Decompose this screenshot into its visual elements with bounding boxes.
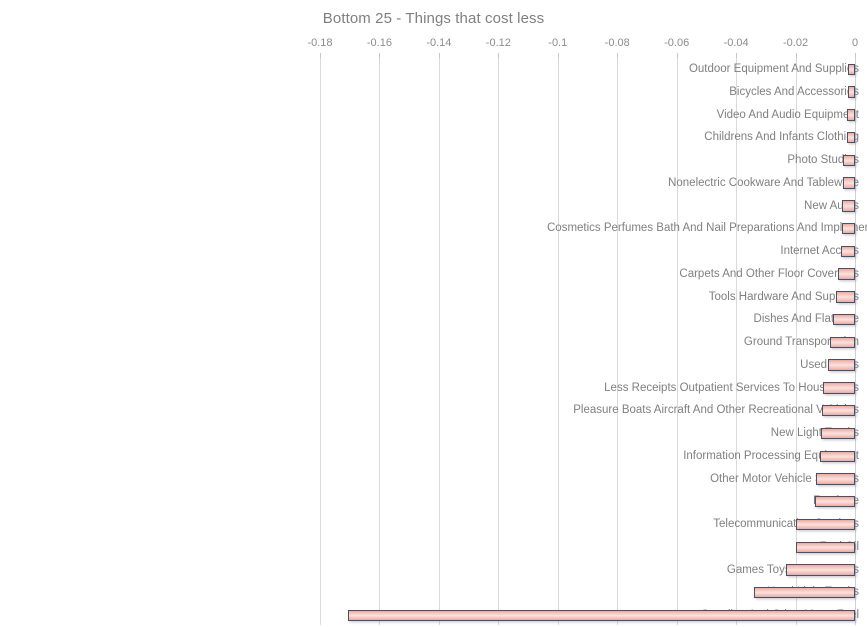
bar[interactable] xyxy=(847,63,855,75)
x-tick-label: -0.18 xyxy=(307,37,333,49)
bar[interactable] xyxy=(846,109,855,121)
category-label: Nonelectric Cookware And Tableware xyxy=(668,176,859,189)
bar[interactable] xyxy=(822,404,855,417)
bar[interactable] xyxy=(841,200,855,212)
bar-row: Telecommunication Services xyxy=(0,513,867,536)
bar-row: Other Motor Vehicle Services xyxy=(0,468,867,491)
bar[interactable] xyxy=(816,473,855,485)
bar[interactable] xyxy=(841,245,855,258)
bar-row: Ground Transportation xyxy=(0,331,867,354)
bar-row: New Light Trucks xyxy=(0,422,867,445)
bar[interactable] xyxy=(830,336,855,349)
category-label: Childrens And Infants Clothing xyxy=(704,131,859,144)
category-label: Outdoor Equipment And Supplies xyxy=(688,63,859,75)
bar-row: Furniture xyxy=(0,490,867,513)
bar-row: Bicycles And Accessories xyxy=(0,81,867,104)
category-label: New Autos xyxy=(804,199,859,212)
bar[interactable] xyxy=(827,359,855,371)
bar[interactable] xyxy=(347,609,855,622)
category-label: Dishes And Flatware xyxy=(753,313,859,326)
bar[interactable] xyxy=(843,154,855,167)
category-label: Used Autos xyxy=(800,358,859,371)
bar[interactable] xyxy=(819,450,855,462)
bar[interactable] xyxy=(847,86,855,98)
category-label: Tools Hardware And Supplies xyxy=(708,290,859,303)
category-label: Photo Studios xyxy=(787,154,859,167)
bar-row: Less Receipts Outpatient Services To Hou… xyxy=(0,377,867,400)
bar-row: Tools Hardware And Supplies xyxy=(0,286,867,309)
category-label: Video And Audio Equipment xyxy=(716,108,859,121)
bar-row: Information Processing Equipment xyxy=(0,445,867,468)
bar-row: Childrens And Infants Clothing xyxy=(0,126,867,149)
bar[interactable] xyxy=(842,177,855,189)
category-label: Pleasure Boats Aircraft And Other Recrea… xyxy=(573,404,859,417)
bar-row: Outdoor Equipment And Supplies xyxy=(0,58,867,81)
bar-row: Video And Audio Equipment xyxy=(0,104,867,127)
x-tick-label: -0.02 xyxy=(783,37,809,49)
bar[interactable] xyxy=(815,496,855,508)
plot-area: Outdoor Equipment And Supplies Bicycles A… xyxy=(0,53,867,627)
bar-row: Nonelectric Cookware And Tableware xyxy=(0,172,867,195)
category-label: Less Receipts Outpatient Services To Hou… xyxy=(604,381,859,394)
x-axis-tick-labels: -0.18 -0.16 -0.14 -0.12 -0.1 -0.08 -0.06 -0.04 -… xyxy=(0,37,867,51)
bar-row: Used Autos xyxy=(0,354,867,377)
x-tick-label: -0.06 xyxy=(664,37,690,49)
bar-row: Cosmetics Perfumes Bath And Nail Prepara… xyxy=(0,217,867,240)
bar-chart: Bottom 25 - Things that cost less -0.18-… xyxy=(0,0,867,625)
category-label: Bicycles And Accessories xyxy=(729,85,859,98)
bar[interactable] xyxy=(846,131,855,144)
bar[interactable] xyxy=(838,268,855,280)
bar[interactable] xyxy=(821,427,855,440)
bar[interactable] xyxy=(786,564,855,576)
bar-row: Carpets And Other Floor Coverings xyxy=(0,263,867,286)
bar[interactable] xyxy=(795,541,855,553)
category-label: Ground Transportation xyxy=(743,336,859,349)
bar-row: Photo Studios xyxy=(0,149,867,172)
bar-row: Gasoline And Other Motor Fuel xyxy=(0,604,867,627)
bar[interactable] xyxy=(833,313,855,326)
bar[interactable] xyxy=(753,587,855,599)
bar-row: Pleasure Boats Aircraft And Other Recrea… xyxy=(0,399,867,422)
x-tick-label: -0.16 xyxy=(366,37,392,49)
bar-row: Used Light Trucks xyxy=(0,581,867,604)
x-tick-label: -0.14 xyxy=(426,37,452,49)
bar[interactable] xyxy=(835,291,855,303)
bar[interactable] xyxy=(796,518,855,531)
chart-title: Bottom 25 - Things that cost less xyxy=(322,10,545,27)
bar-row: Games Toys And Hobbies xyxy=(0,559,867,582)
category-label: Internet Access xyxy=(780,245,859,258)
category-label: Carpets And Other Floor Coverings xyxy=(679,267,859,280)
bar-row: New Autos xyxy=(0,195,867,218)
bar-row: Internet Access xyxy=(0,240,867,263)
x-tick-label: -0.12 xyxy=(485,37,511,49)
bar[interactable] xyxy=(841,222,855,235)
x-tick-label: 0 xyxy=(851,37,859,49)
category-label: Cosmetics Perfumes Bath And Nail Prepara… xyxy=(547,222,867,235)
x-tick-label: -0.1 xyxy=(548,37,568,49)
x-tick-label: -0.04 xyxy=(723,37,749,49)
category-label: New Light Trucks xyxy=(770,427,859,440)
bar-row: Dishes And Flatware xyxy=(0,308,867,331)
bar-row: Fuel Oil xyxy=(0,536,867,559)
bar[interactable] xyxy=(822,382,855,394)
x-tick-label: -0.08 xyxy=(604,37,630,49)
